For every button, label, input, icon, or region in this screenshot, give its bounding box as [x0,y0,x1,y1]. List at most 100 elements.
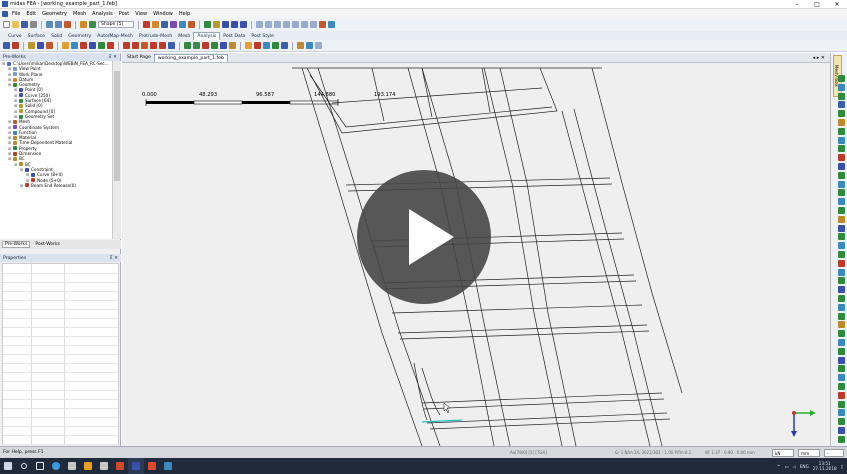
right-tool-icon[interactable] [838,198,845,206]
taskbar-app-chrome[interactable] [48,458,64,474]
help-icon[interactable] [328,21,336,28]
save-icon[interactable] [21,21,28,28]
right-tool-icon[interactable] [838,286,845,294]
tab-start-page[interactable]: Start Page [124,54,154,61]
right-tool-icon[interactable] [838,92,845,100]
tab-post-style[interactable]: Post Style [248,33,277,40]
right-tool-icon[interactable] [838,268,845,276]
volume-icon[interactable]: ◁ [792,464,795,469]
taskbar-app-midas[interactable] [64,458,80,474]
taskbar-app-cube[interactable] [160,458,176,474]
display-icon[interactable] [204,21,212,28]
right-tool-icon[interactable] [838,409,845,417]
tree-scrollbar[interactable] [112,61,121,239]
expand-toggle-icon[interactable]: ⊞ [20,167,24,172]
open-folder-icon[interactable] [12,21,19,28]
tab-post-data[interactable]: Post Data [220,33,248,40]
right-tool-icon[interactable] [838,110,845,118]
right-tool-icon[interactable] [838,171,845,179]
tab-working-example[interactable]: working_example_part_1.feb [153,53,228,62]
taskbar-app-office[interactable] [144,458,160,474]
tree-item[interactable]: ⊞ C:\Users\mikar\Desktop\WEBIN_FEA_RC-Sec… [0,61,112,66]
expand-toggle-icon[interactable]: ⊞ [14,114,18,119]
right-tool-icon[interactable] [838,207,845,214]
snap-center-icon[interactable] [292,21,300,28]
fit-icon[interactable] [188,21,196,28]
tab-solid[interactable]: Solid [48,33,65,40]
pan-icon[interactable] [170,21,178,28]
select-icon[interactable] [64,21,71,28]
ground-icon[interactable] [12,42,19,49]
panel-pin-icon[interactable]: ⊼ ✕ [108,55,117,60]
menu-help[interactable]: Help [179,11,190,17]
menu-geometry[interactable]: Geometry [42,11,67,17]
taskbar-app-fea[interactable] [128,458,144,474]
right-tool-icon[interactable] [838,224,845,232]
language-indicator[interactable]: ENG [800,464,809,469]
rotate-icon[interactable] [179,21,187,28]
expand-toggle-icon[interactable]: ⊞ [8,156,12,161]
load-grid-icon[interactable] [37,42,44,49]
moment-icon[interactable] [141,42,148,49]
snap-off-icon[interactable] [310,21,318,28]
right-tool-icon[interactable] [838,145,845,153]
load-table-icon[interactable] [28,42,35,49]
table-icon[interactable] [231,21,239,28]
right-tool-icon[interactable] [838,259,845,267]
video-play-button[interactable] [357,170,491,304]
menu-view[interactable]: View [135,11,147,17]
run-analysis-icon[interactable] [254,42,261,49]
tab-mesh[interactable]: Mesh [175,33,193,40]
right-tool-icon[interactable] [838,339,845,346]
tab-controls[interactable]: ◂ ▸ ✕ [810,54,828,62]
properties-pin-icon[interactable]: ⊼ ✕ [109,256,118,261]
grid-icon[interactable] [222,21,230,28]
snap-line-icon[interactable] [274,21,282,28]
construction-icon[interactable] [229,42,236,49]
output-control-icon[interactable] [263,42,270,49]
menu-file[interactable]: File [12,11,20,17]
shape-icon[interactable] [89,21,96,28]
menu-mesh[interactable]: Mesh [73,11,86,17]
scrollbar-thumb[interactable] [114,71,120,181]
search-icon[interactable] [16,458,32,474]
taskbar-app-powerpoint[interactable] [112,458,128,474]
minimize-button[interactable]: – [787,0,807,9]
snap-circle-icon[interactable] [301,21,309,28]
right-tool-icon[interactable] [838,242,845,250]
tendon-icon[interactable] [193,42,200,49]
right-tool-icon[interactable] [838,215,845,223]
unit-other-select[interactable]: - [824,449,844,457]
report-icon[interactable] [306,42,313,49]
prestress-icon[interactable] [62,42,69,49]
close-button[interactable]: ✕ [827,0,847,9]
undo-icon[interactable] [46,21,53,28]
tab-auto-map-mesh[interactable]: Auto/Map-Mesh [94,33,136,40]
right-tool-icon[interactable] [838,330,845,338]
works-tree[interactable]: ⊞ C:\Users\mikar\Desktop\WEBIN_FEA_RC-Sec… [0,61,112,239]
shape-dropdown[interactable]: Shape [5] [98,21,135,28]
taskbar-app-folder[interactable] [80,458,96,474]
start-button[interactable] [0,458,16,474]
constraint-icon[interactable] [71,42,78,49]
print-icon[interactable] [30,21,37,28]
menu-app-icon[interactable] [2,10,8,17]
right-tool-icon[interactable] [838,365,845,373]
menu-post[interactable]: Post [119,11,129,17]
force-icon[interactable] [132,42,139,49]
properties-grid[interactable] [2,263,119,445]
gravity-icon[interactable] [150,42,157,49]
right-tool-icon[interactable] [838,251,845,258]
right-tool-icon[interactable] [838,418,845,426]
tab-geometry[interactable]: Geometry [65,33,94,40]
analysis-case-icon[interactable] [3,42,10,49]
snap-grid-icon[interactable] [256,21,264,28]
new-file-icon[interactable] [3,21,10,28]
snap-mid-icon[interactable] [283,21,291,28]
right-tool-icon[interactable] [838,233,845,241]
interface-icon[interactable] [211,42,218,49]
analysis-control-icon[interactable] [245,42,252,49]
right-tool-icon[interactable] [838,75,845,82]
right-tool-icon[interactable] [838,163,845,170]
tree-item[interactable]: ⊞ Beam End Release(0) [0,183,112,188]
